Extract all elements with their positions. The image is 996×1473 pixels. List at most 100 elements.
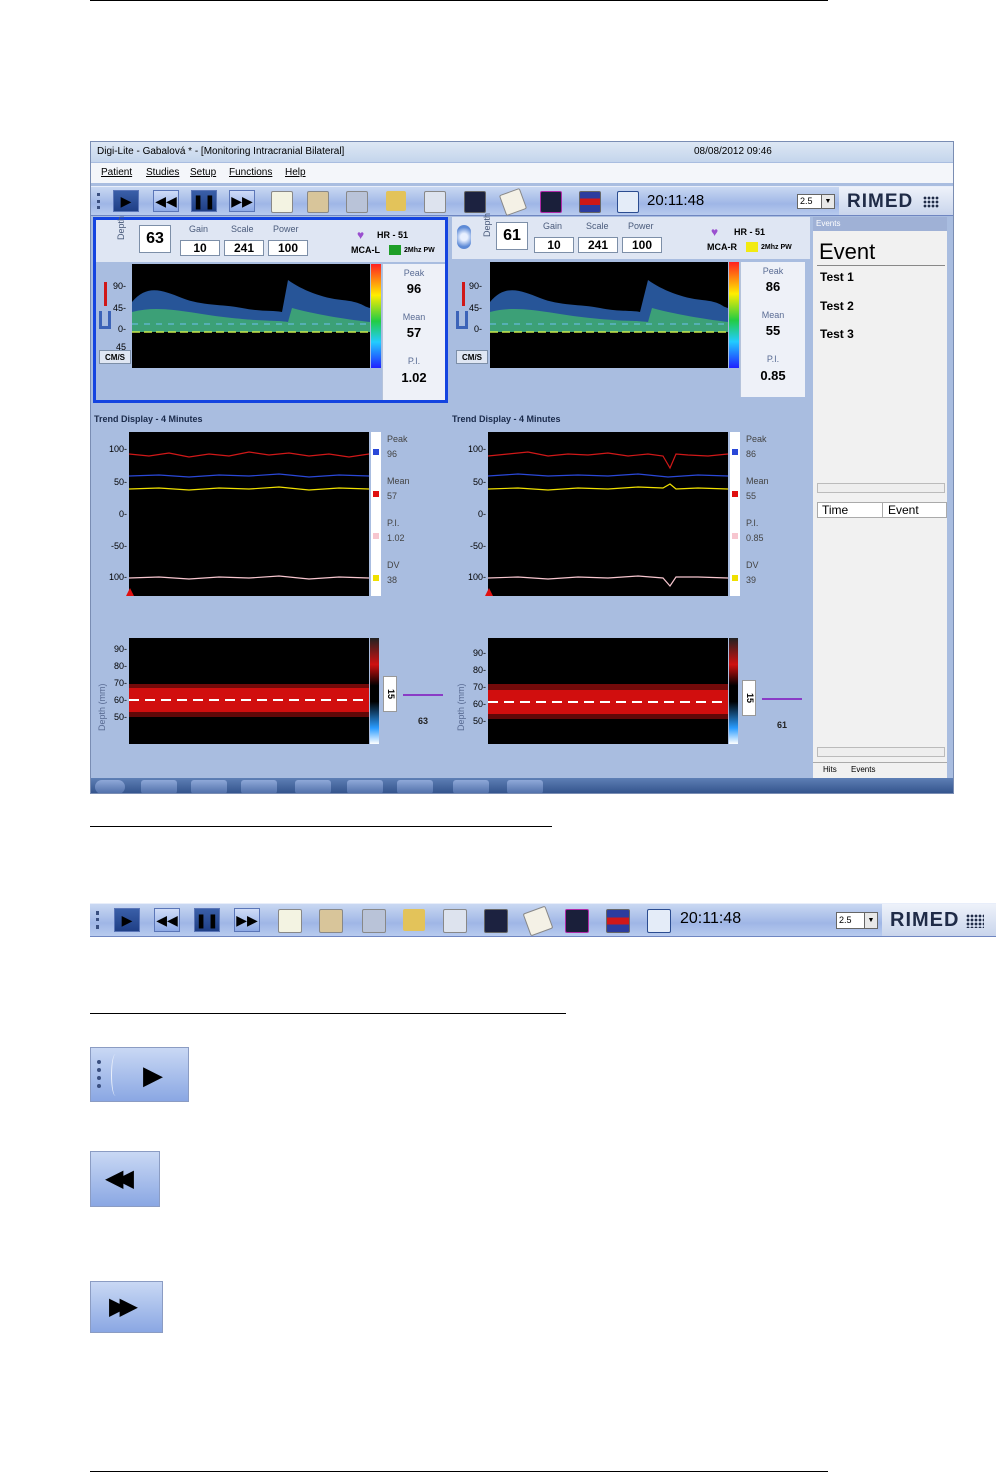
taskbar-app-icon[interactable] [347, 780, 383, 793]
col-event[interactable]: Event [888, 503, 919, 517]
right-axis-tick: 90- [468, 281, 482, 291]
left-mode: 2Mhz PW [404, 247, 435, 254]
left-mmode-scale [370, 638, 379, 744]
left-gate-box[interactable]: 15 [383, 676, 397, 712]
taskbar-app-icon[interactable] [141, 780, 177, 793]
right-mmode-plot[interactable] [488, 638, 728, 744]
add-chart-icon[interactable] [565, 909, 589, 933]
play-button[interactable]: ▶ [114, 908, 140, 932]
heart-icon: ♥ [711, 225, 719, 239]
grip-icon[interactable] [97, 193, 103, 209]
menu-patient[interactable]: Patient [101, 163, 132, 183]
left-trend-plot[interactable] [129, 432, 369, 596]
print-icon[interactable] [443, 909, 467, 933]
patient-icon[interactable] [307, 191, 329, 213]
tab-hits[interactable]: Hits [823, 763, 837, 777]
taskbar-app-icon[interactable] [453, 780, 489, 793]
rewind-button[interactable]: ◀◀ [153, 190, 179, 212]
pause-button[interactable]: ❚❚ [191, 190, 217, 212]
speed-select[interactable]: 2.5 ▼ [797, 194, 835, 209]
left-probe-panel[interactable]: Depth 63 Gain 10 Scale 241 Power 100 ♥ H… [93, 216, 448, 403]
right-doppler-spectrum[interactable] [490, 262, 728, 368]
patient-icon[interactable] [319, 909, 343, 933]
save-icon[interactable] [362, 909, 386, 933]
menu-help[interactable]: Help [285, 163, 306, 183]
event-item[interactable]: Test 1 [820, 270, 854, 284]
play-button-closeup[interactable]: ▶ [90, 1047, 189, 1102]
events-hscrollbar[interactable] [817, 483, 945, 493]
right-gate-box[interactable]: 15 [742, 680, 756, 716]
right-depth-tick: 90- [472, 648, 486, 658]
right-units-button[interactable]: CM/S [456, 350, 488, 364]
right-trend-marker-icon [485, 588, 493, 596]
folder-open-icon[interactable] [386, 191, 406, 211]
color-bars-icon[interactable] [579, 191, 601, 213]
left-units-button[interactable]: CM/S [99, 350, 131, 364]
menu-studies[interactable]: Studies [146, 163, 179, 183]
folder-open-icon[interactable] [403, 909, 425, 931]
left-gain-value[interactable]: 10 [180, 240, 220, 256]
print-icon[interactable] [424, 191, 446, 213]
left-doppler-spectrum[interactable] [132, 264, 370, 368]
left-depth-value[interactable]: 63 [139, 225, 171, 253]
left-depth-pointer-icon[interactable] [403, 694, 443, 696]
right-gain-value[interactable]: 10 [534, 237, 574, 253]
left-depth-axis-label: Depth (mm) [97, 683, 107, 731]
add-chart-icon[interactable] [540, 191, 562, 213]
event-item[interactable]: Test 2 [820, 299, 854, 313]
right-power-value[interactable]: 100 [622, 237, 662, 253]
left-scale-value[interactable]: 241 [224, 240, 264, 256]
right-probe-panel[interactable]: Depth 61 Gain 10 Scale 241 Power 100 ♥ H… [452, 213, 810, 403]
right-axis-tick: 0- [473, 324, 482, 334]
start-orb-icon[interactable] [95, 780, 125, 793]
right-gate-value: 15 [745, 692, 755, 703]
toolbar-clock: 20:11:48 [647, 192, 705, 209]
play-icon: ▶ [143, 1060, 163, 1090]
col-time[interactable]: Time [822, 503, 848, 517]
report-icon[interactable] [278, 909, 302, 933]
right-legend-swatch [732, 533, 738, 539]
menu-functions[interactable]: Functions [229, 163, 272, 183]
speed-select[interactable]: 2.5 ▼ [836, 912, 878, 929]
taskbar-app-icon[interactable] [397, 780, 433, 793]
left-power-value[interactable]: 100 [268, 240, 308, 256]
notes-icon[interactable] [498, 187, 528, 217]
probe-toggle-icon[interactable] [457, 225, 471, 249]
monitor-icon[interactable] [617, 191, 639, 213]
left-depth-tick: 90- [113, 644, 127, 654]
right-trend-plot[interactable] [488, 432, 728, 596]
play-button[interactable]: ▶ [113, 190, 139, 212]
rewind-button-closeup[interactable]: ◀◀ [90, 1151, 160, 1207]
rewind-button[interactable]: ◀◀ [154, 908, 180, 932]
notes-icon[interactable] [522, 905, 554, 937]
events-hscrollbar-bottom[interactable] [817, 747, 945, 757]
right-depth-tick: 70- [472, 682, 486, 692]
monitor-icon[interactable] [647, 909, 671, 933]
left-depth-tick: 70- [113, 678, 127, 688]
fast-forward-button-closeup[interactable]: ▶▶ [90, 1281, 163, 1333]
layout-icon[interactable] [464, 191, 486, 213]
event-item[interactable]: Test 3 [820, 327, 854, 341]
fast-forward-button[interactable]: ▶▶ [234, 908, 260, 932]
layout-icon[interactable] [484, 909, 508, 933]
right-legend-label: Mean [746, 476, 769, 486]
right-scale-value[interactable]: 241 [578, 237, 618, 253]
taskbar-app-icon[interactable] [191, 780, 227, 793]
tab-events[interactable]: Events [851, 763, 875, 777]
right-depth-pointer-icon[interactable] [762, 698, 802, 700]
fast-forward-button[interactable]: ▶▶ [229, 190, 255, 212]
color-bars-icon[interactable] [606, 909, 630, 933]
taskbar-app-icon[interactable] [241, 780, 277, 793]
right-depth-value[interactable]: 61 [496, 222, 528, 250]
left-mmode-plot[interactable] [129, 638, 369, 744]
pause-button[interactable]: ❚❚ [194, 908, 220, 932]
events-table-header: Time Event [817, 502, 947, 518]
save-icon[interactable] [346, 191, 368, 213]
grip-icon[interactable] [96, 911, 102, 929]
right-trend-svg [488, 451, 728, 587]
taskbar-app-icon[interactable] [295, 780, 331, 793]
taskbar-app-icon[interactable] [507, 780, 543, 793]
rewind-icon: ◀◀ [155, 192, 177, 209]
menu-setup[interactable]: Setup [190, 163, 216, 183]
report-icon[interactable] [271, 191, 293, 213]
